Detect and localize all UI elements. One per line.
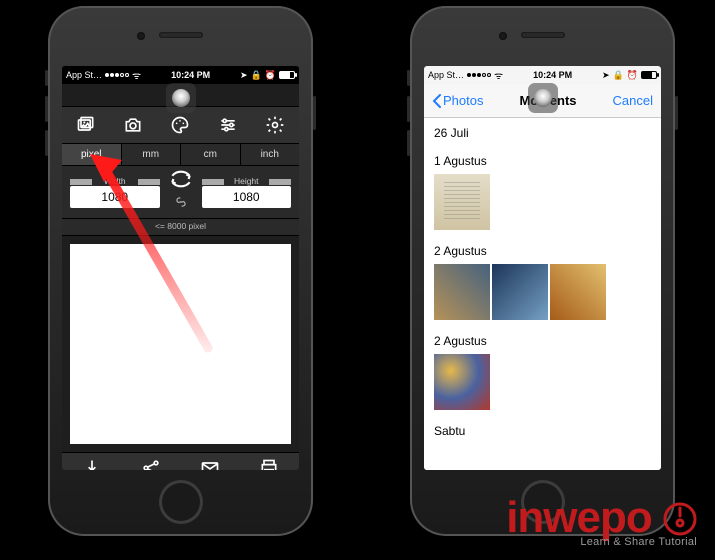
assistive-touch[interactable] [528,83,558,113]
image-size-app: pixel mm cm inch Width [62,84,299,470]
phone-frame-left: App St… ᯤ 10:24 PM ➤ 🔒 ⏰ [48,6,313,536]
back-button[interactable]: Photos [432,93,483,108]
camera-button[interactable] [122,114,144,136]
back-to-app[interactable]: App St… [66,70,102,80]
photo-thumbnail[interactable] [434,174,490,230]
photos-app: Photos Moments Cancel 26 Juli 1 Agustus … [424,84,661,470]
status-time: 10:24 PM [141,70,240,80]
height-label: Height [202,176,292,186]
unit-inch[interactable]: inch [241,144,300,165]
back-label: Photos [443,93,483,108]
status-time: 10:24 PM [503,70,602,80]
alarm-icon: ⏰ [265,70,276,81]
section-header: 1 Agustus [424,146,661,174]
brand-logo-icon [663,502,697,536]
download-button[interactable] [82,458,102,470]
swap-dimensions-button[interactable] [168,175,194,192]
share-button[interactable] [141,458,161,470]
battery-icon [279,71,295,79]
section-header: 2 Agustus [424,326,661,354]
location-icon: ➤ [240,70,248,81]
wifi-icon: ᯤ [132,68,141,82]
cancel-button[interactable]: Cancel [613,93,653,108]
blank-canvas[interactable] [70,244,291,444]
dimension-row: Width Height [62,166,299,219]
photo-thumbnail[interactable] [434,264,490,320]
lock-aspect-button[interactable] [164,195,198,214]
unit-cm[interactable]: cm [181,144,241,165]
ios-statusbar: App St… ᯤ 10:24 PM ➤ 🔒 ⏰ [62,66,299,84]
settings-button[interactable] [264,114,286,136]
width-input[interactable] [70,186,160,208]
unit-segmented[interactable]: pixel mm cm inch [62,144,299,166]
battery-icon [641,71,657,79]
mail-button[interactable] [200,458,220,470]
photo-thumbnail[interactable] [492,264,548,320]
max-size-hint: <= 8000 pixel [62,219,299,236]
section-header: 26 Juli [424,118,661,146]
wifi-icon: ᯤ [494,68,503,82]
rotation-lock-icon: 🔒 [251,70,262,81]
unit-pixel[interactable]: pixel [62,144,122,165]
watermark: inwepo Learn & Share Tutorial [506,498,697,548]
screen-left: App St… ᯤ 10:24 PM ➤ 🔒 ⏰ [62,66,299,470]
assistive-touch[interactable] [166,83,196,113]
rotation-lock-icon: 🔒 [613,70,624,81]
location-icon: ➤ [602,70,610,81]
photo-thumbnail[interactable] [550,264,606,320]
color-button[interactable] [169,114,191,136]
adjust-button[interactable] [217,114,239,136]
photo-thumbnail[interactable] [434,354,490,410]
ios-statusbar: App St… ᯤ 10:24 PM ➤ 🔒 ⏰ [424,66,661,84]
pick-image-button[interactable] [75,114,97,136]
section-header: 2 Agustus [424,236,661,264]
canvas-area [62,236,299,452]
moments-list[interactable]: 26 Juli 1 Agustus 2 Agustus 2 Agustus Sa… [424,118,661,470]
chevron-left-icon [432,94,441,108]
width-label: Width [70,176,160,186]
back-to-app[interactable]: App St… [428,70,464,80]
bottom-toolbar [62,452,299,470]
section-header: Sabtu [424,416,661,444]
height-input[interactable] [202,186,292,208]
home-button[interactable] [159,480,203,524]
screen-right: App St… ᯤ 10:24 PM ➤ 🔒 ⏰ Photos Moments … [424,66,661,470]
alarm-icon: ⏰ [627,70,638,81]
unit-mm[interactable]: mm [122,144,182,165]
phone-frame-right: App St… ᯤ 10:24 PM ➤ 🔒 ⏰ Photos Moments … [410,6,675,536]
print-button[interactable] [259,458,279,470]
